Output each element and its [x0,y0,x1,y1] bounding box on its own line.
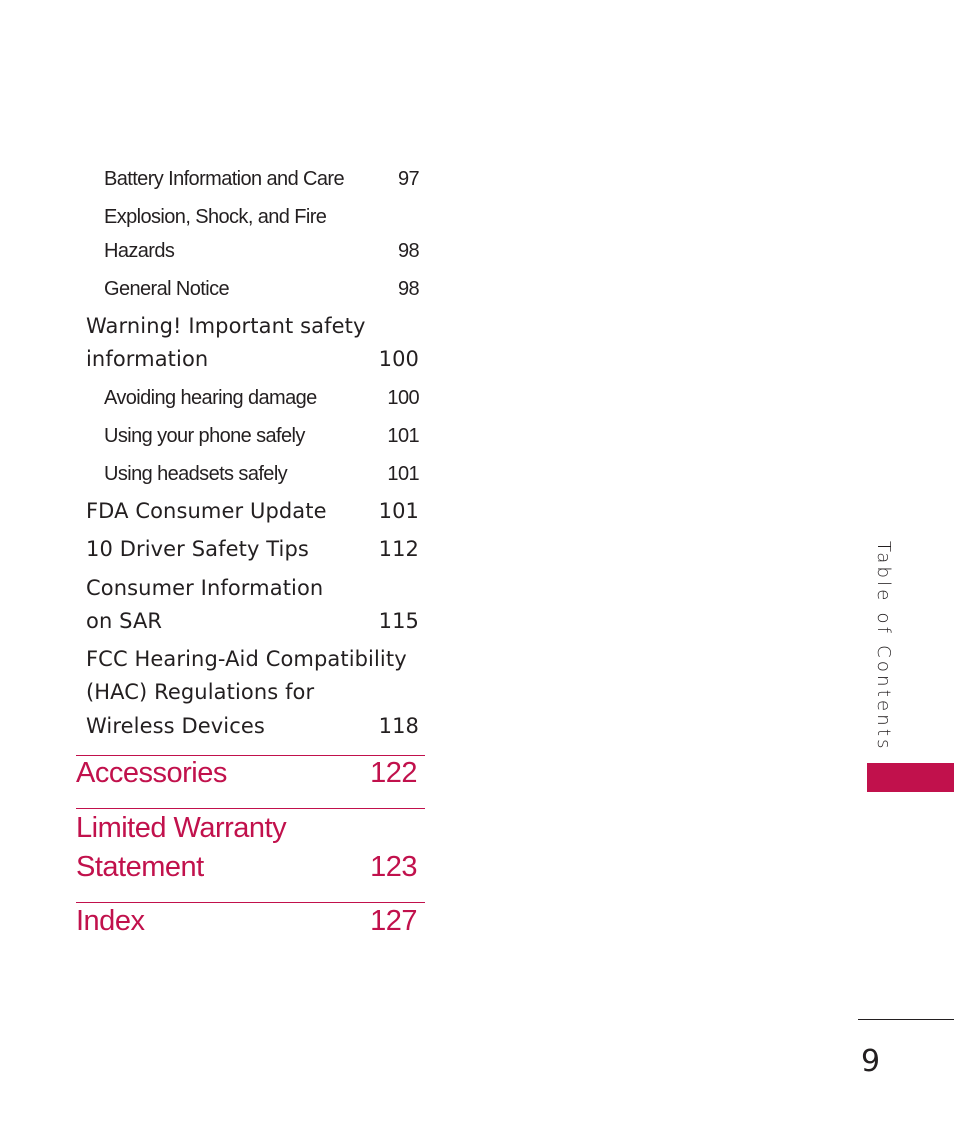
section-divider [76,755,425,756]
toc-entry-title: Using your phone safely [104,425,305,447]
toc-section-title: Accessories [76,757,227,789]
toc-entry-battery-information[interactable]: Battery Information and Care 97 [104,168,420,194]
toc-entry-page: 118 [378,714,419,738]
toc-entry-page: 101 [387,425,419,447]
toc-entry-title-line-2: information [86,347,209,371]
toc-entry-consumer-information-sar[interactable]: Consumer Information on SAR 115 [86,576,419,640]
toc-entry-title: Using headsets safely [104,463,288,485]
toc-entry-using-phone-safely[interactable]: Using your phone safely 101 [104,425,420,451]
toc-entry-title-line-1: Consumer Information [86,576,324,600]
toc-entry-page: 101 [378,499,419,523]
toc-section-page: 123 [370,851,417,883]
toc-section-page: 122 [370,757,417,789]
toc-entry-using-headsets-safely[interactable]: Using headsets safely 101 [104,463,420,489]
toc-entry-fcc-hac-regulations[interactable]: FCC Hearing-Aid Compatibility (HAC) Regu… [86,647,426,745]
toc-entry-page: 98 [397,240,420,262]
section-divider [76,808,425,809]
page-number-rule [858,1019,954,1020]
toc-section-title-line-1: Limited Warranty [76,812,287,844]
toc-entry-explosion-hazards[interactable]: Explosion, Shock, and Fire Hazards 98 [104,206,420,268]
toc-entry-avoiding-hearing-damage[interactable]: Avoiding hearing damage 100 [104,387,420,413]
toc-entry-warning-safety[interactable]: Warning! Important safety information 10… [86,314,419,378]
toc-entry-page: 100 [387,387,419,409]
toc-entry-page: 101 [387,463,419,485]
toc-entry-title-line-3: Wireless Devices [86,714,265,738]
toc-entry-general-notice[interactable]: General Notice 98 [104,278,420,304]
toc-entry-title-line-2: Hazards [104,240,175,262]
toc-entry-page: 97 [397,168,420,190]
toc-entry-title: Avoiding hearing damage [104,387,317,409]
toc-section-limited-warranty[interactable]: Limited Warranty Statement 123 [76,812,417,892]
toc-entry-title-line-1: Explosion, Shock, and Fire [104,206,327,228]
toc-entry-page: 98 [397,278,420,300]
toc-entry-title-line-1: Warning! Important safety [86,314,366,338]
toc-entry-title: General Notice [104,278,230,300]
toc-entry-title-line-1: FCC Hearing-Aid Compatibility [86,647,407,671]
table-of-contents: Battery Information and Care 97 Explosio… [0,0,954,1145]
chapter-side-label: Table of Contents [873,541,894,752]
toc-entry-title-line-2: on SAR [86,609,163,633]
toc-entry-title: FDA Consumer Update [86,499,327,523]
toc-section-accessories[interactable]: Accessories 122 [76,757,417,797]
toc-entry-fda-consumer-update[interactable]: FDA Consumer Update 101 [86,499,419,529]
toc-entry-page: 100 [378,347,419,371]
toc-entry-page: 115 [378,609,419,633]
toc-entry-title-line-2: (HAC) Regulations for [86,680,315,704]
chapter-tab-marker [867,763,954,792]
toc-entry-title: Battery Information and Care [104,168,345,190]
page-number: 9 [861,1044,881,1079]
toc-entry-page: 112 [378,537,419,561]
section-divider [76,902,425,903]
toc-section-title: Index [76,905,145,937]
toc-section-title-line-2: Statement [76,851,204,883]
toc-section-index[interactable]: Index 127 [76,905,417,945]
toc-section-page: 127 [370,905,417,937]
toc-entry-title: 10 Driver Safety Tips [86,537,309,561]
toc-entry-driver-safety-tips[interactable]: 10 Driver Safety Tips 112 [86,537,419,567]
